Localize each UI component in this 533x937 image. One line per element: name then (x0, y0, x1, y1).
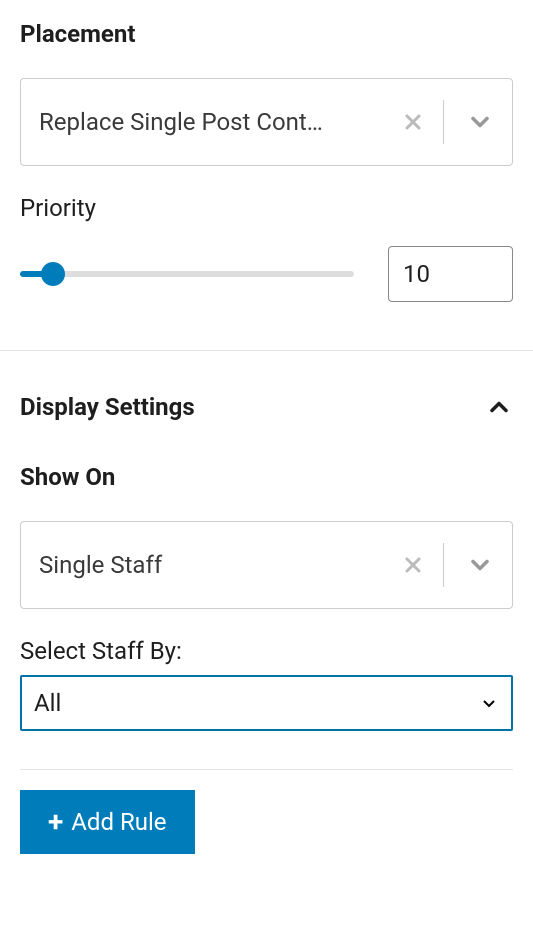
chevron-up-icon (485, 393, 513, 421)
slider-thumb[interactable] (41, 262, 65, 286)
select-staff-dropdown[interactable]: All (20, 675, 513, 731)
chevron-down-icon[interactable] (444, 551, 494, 579)
show-on-title: Show On (20, 463, 513, 491)
plus-icon: + (48, 808, 63, 836)
select-staff-label: Select Staff By: (20, 637, 513, 665)
slider-track (20, 271, 354, 277)
priority-input[interactable] (388, 246, 513, 302)
bottom-divider (20, 769, 513, 770)
display-settings-header[interactable]: Display Settings (20, 351, 513, 463)
add-rule-button[interactable]: + Add Rule (20, 790, 195, 854)
display-settings-title: Display Settings (20, 393, 195, 421)
close-icon[interactable] (383, 553, 443, 577)
placement-title: Placement (20, 20, 513, 48)
placement-select-value: Replace Single Post Cont… (39, 108, 383, 136)
add-rule-label: Add Rule (71, 808, 166, 836)
show-on-select-value: Single Staff (39, 551, 383, 579)
show-on-select[interactable]: Single Staff (20, 521, 513, 609)
chevron-down-icon[interactable] (444, 108, 494, 136)
close-icon[interactable] (383, 110, 443, 134)
priority-slider-row (20, 246, 513, 302)
priority-slider[interactable] (20, 262, 354, 286)
placement-select[interactable]: Replace Single Post Cont… (20, 78, 513, 166)
priority-label: Priority (20, 194, 513, 222)
